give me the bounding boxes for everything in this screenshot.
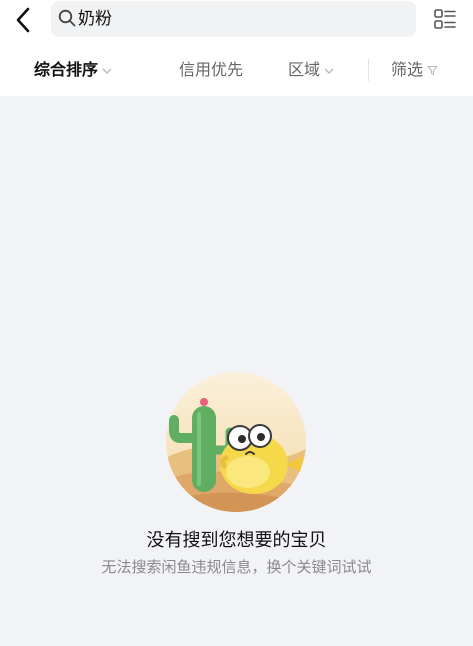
region-tab[interactable]: 区域 — [288, 52, 334, 88]
sort-comprehensive-tab[interactable]: 综合排序 — [34, 52, 112, 88]
empty-state-illustration — [166, 372, 306, 512]
list-layout-icon — [434, 9, 456, 29]
layout-toggle-button[interactable] — [432, 6, 458, 32]
region-label: 区域 — [288, 60, 321, 79]
filter-divider — [368, 59, 369, 81]
chevron-down-icon — [324, 68, 334, 74]
back-arrow-icon — [16, 7, 30, 33]
filter-label: 筛选 — [391, 60, 424, 79]
filter-bar: 综合排序 信用优先 区域 筛选 — [0, 52, 473, 88]
credit-priority-tab[interactable]: 信用优先 — [179, 52, 243, 88]
back-button[interactable] — [8, 5, 38, 35]
sort-comprehensive-label: 综合排序 — [34, 60, 99, 79]
empty-state-subtitle: 无法搜索闲鱼违规信息，换个关键词试试 — [101, 558, 372, 576]
search-input[interactable]: 奶粉 — [78, 1, 112, 37]
funnel-icon — [427, 65, 438, 76]
filter-tab[interactable]: 筛选 — [391, 52, 438, 88]
credit-priority-label: 信用优先 — [179, 60, 244, 79]
search-box[interactable]: 奶粉 — [51, 1, 416, 37]
empty-state-title: 没有搜到您想要的宝贝 — [146, 530, 327, 551]
chevron-down-icon — [102, 68, 112, 74]
top-bar: 奶粉 综合排序 信用优先 区域 筛选 — [0, 0, 473, 96]
search-icon — [58, 9, 76, 27]
